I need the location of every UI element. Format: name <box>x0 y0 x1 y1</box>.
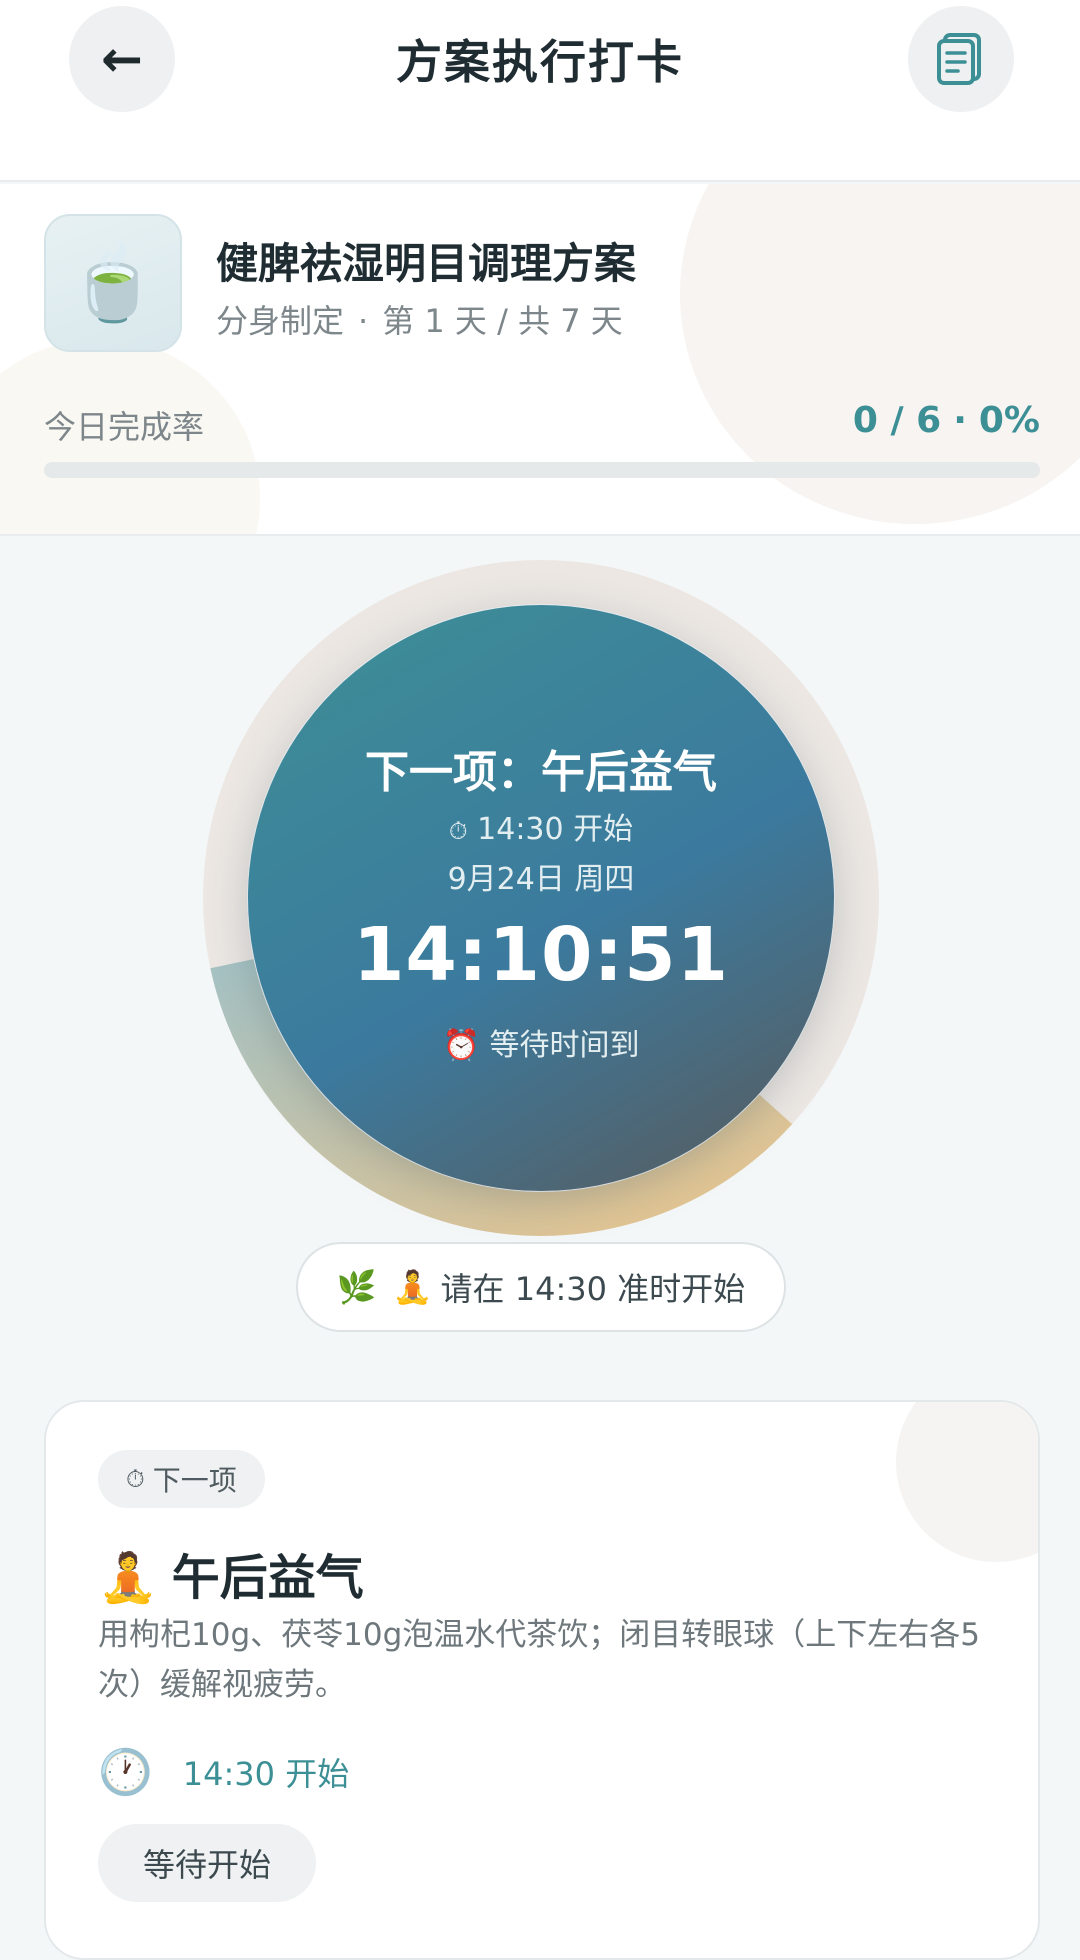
alarm-clock-icon: ⏰ <box>442 1028 480 1063</box>
task-description: 用枸杞10g、茯苓10g泡温水代茶饮；闭目转眼球（上下左右各5次）缓解视疲劳。 <box>98 1617 980 1703</box>
task-time-row: 🕐 14:30 开始 <box>98 1746 349 1798</box>
completion-rate-label: 今日完成率 <box>44 408 205 446</box>
wait-start-button[interactable]: 等待开始 <box>98 1824 316 1902</box>
task-title: 🧘 午后益气 <box>98 1538 364 1608</box>
stopwatch-icon: ⏱ <box>448 817 468 845</box>
dial-core <box>248 605 834 1191</box>
decorative-circle <box>896 1402 1038 1562</box>
start-time-text: 14:30 开始 <box>477 812 634 847</box>
plan-day-info: 第 1 天 / 共 7 天 <box>382 302 623 340</box>
plan-document-button[interactable] <box>908 6 1014 112</box>
countdown-dial: 下一项：午后益气 ⏱ 14:30 开始 9月24日 周四 14:10:51 ⏰ … <box>203 560 879 1236</box>
stopwatch-icon: ⏱ <box>126 1465 145 1493</box>
meditation-icon: 🧘 <box>392 1268 433 1306</box>
leaf-icon: 🌿 <box>336 1268 377 1306</box>
separator-dot: · <box>953 400 967 441</box>
start-reminder-pill: 🌿 🧘 请在 14:30 准时开始 <box>296 1242 786 1332</box>
top-bar: ← 方案执行打卡 <box>0 0 1080 182</box>
completion-count: 0 / 6 <box>852 400 942 441</box>
next-item-chip: ⏱ 下一项 <box>98 1450 265 1508</box>
separator-dot: · <box>358 302 369 340</box>
tea-cup-icon: 🍵 <box>68 241 158 325</box>
start-reminder-text: 请在 14:30 准时开始 <box>440 1270 746 1308</box>
meditation-icon: 🧘 <box>98 1550 158 1606</box>
plan-summary-card: 🍵 健脾祛湿明目调理方案 分身制定 · 第 1 天 / 共 7 天 今日完成率 0 … <box>0 184 1080 536</box>
completion-progress-bar <box>44 462 1040 478</box>
clock-icon: 🕐 <box>98 1747 153 1798</box>
plan-name: 健脾祛湿明目调理方案 <box>216 239 637 288</box>
completion-rate-value: 0 / 6 · 0% <box>853 400 1040 441</box>
document-icon <box>937 33 981 85</box>
task-title-text: 午后益气 <box>171 1550 364 1606</box>
next-task-card: ⏱ 下一项 🧘 午后益气 用枸杞10g、茯苓10g泡温水代茶饮；闭目转眼球（上下左… <box>44 1400 1040 1960</box>
plan-meta: 分身制定 · 第 1 天 / 共 7 天 <box>216 296 623 342</box>
next-item-chip-label: 下一项 <box>152 1464 237 1497</box>
wait-status: ⏰ 等待时间到 <box>248 1020 834 1064</box>
current-clock-time: 14:10:51 <box>352 912 730 998</box>
task-start-time: 14:30 开始 <box>182 1755 350 1793</box>
plan-source: 分身制定 <box>216 302 345 340</box>
current-date: 9月24日 周四 <box>447 862 635 897</box>
completion-percent: 0% <box>978 400 1040 441</box>
next-item-start-time: ⏱ 14:30 开始 <box>248 804 834 848</box>
wait-status-text: 等待时间到 <box>489 1028 640 1063</box>
next-item-label: 下一项：午后益气 <box>365 747 717 798</box>
plan-icon-box: 🍵 <box>44 214 182 352</box>
